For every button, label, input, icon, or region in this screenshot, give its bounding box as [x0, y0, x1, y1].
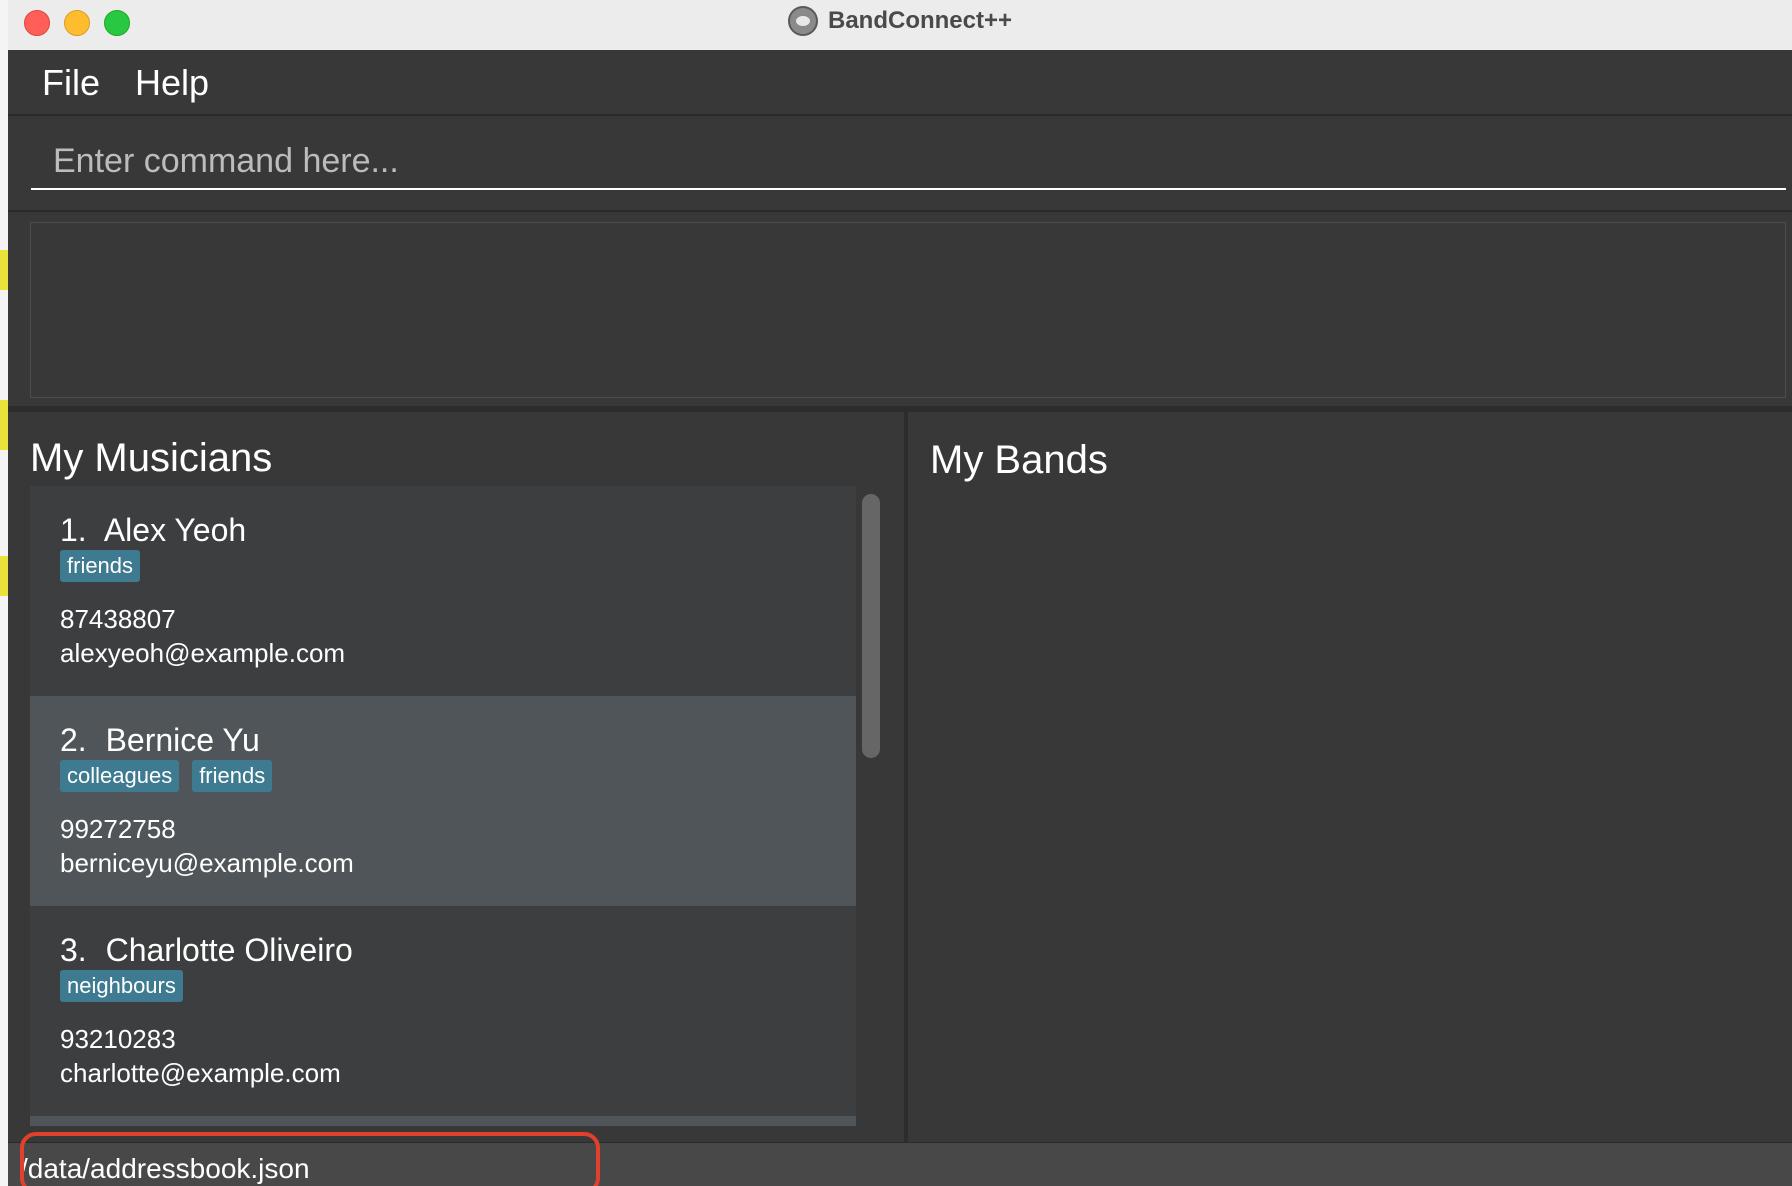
musician-tags: neighbours [60, 970, 183, 1002]
musician-name: Alex Yeoh [103, 512, 247, 548]
musician-index: 3. [60, 932, 87, 968]
musician-name: Charlotte Oliveiro [105, 932, 353, 968]
musician-card[interactable]: 1. Alex Yeoh friends 87438807 alexyeoh@e… [30, 486, 856, 696]
musician-index: 2. [60, 722, 87, 758]
title-group: BandConnect++ [8, 0, 1792, 42]
menu-help[interactable]: Help [135, 62, 209, 104]
musician-phone: 87438807 [60, 604, 176, 634]
next-card-edge [30, 1116, 856, 1126]
highlight-mark [0, 556, 8, 596]
background-window-edge [0, 0, 8, 1186]
musician-name-line: 2. Bernice Yu [60, 722, 260, 759]
command-box [8, 116, 1792, 212]
musician-tags: colleagues friends [60, 760, 273, 792]
annotation-highlight [20, 1132, 600, 1186]
musicians-panel-title: My Musicians [30, 436, 273, 480]
highlight-mark [0, 250, 8, 290]
musician-list[interactable]: 1. Alex Yeoh friends 87438807 alexyeoh@e… [30, 486, 856, 1126]
tag-badge: neighbours [60, 970, 183, 1002]
musician-email: charlotte@example.com [60, 1058, 341, 1088]
musician-email: berniceyu@example.com [60, 848, 354, 878]
musician-phone: 99272758 [60, 814, 176, 844]
bands-panel-title: My Bands [930, 438, 1108, 482]
command-input[interactable] [31, 134, 1786, 190]
musician-index: 1. [60, 512, 87, 548]
musician-name-line: 3. Charlotte Oliveiro [60, 932, 353, 969]
musician-list-scrollbar[interactable] [862, 494, 880, 758]
musicians-panel: My Musicians 1. Alex Yeoh friends 874388… [8, 412, 906, 1142]
menu-file[interactable]: File [42, 62, 100, 104]
musician-card[interactable]: 3. Charlotte Oliveiro neighbours 9321028… [30, 906, 856, 1116]
app-logo-icon [787, 6, 818, 36]
tag-badge: colleagues [60, 760, 180, 792]
musician-tags: friends [60, 550, 141, 582]
app-window: BandConnect++ File Help My Musicians 1. … [8, 0, 1792, 1186]
window-title: BandConnect++ [827, 7, 1013, 34]
tag-badge: friends [60, 550, 141, 582]
bands-panel: My Bands [908, 412, 1792, 1142]
highlight-mark [0, 400, 8, 450]
musician-phone: 93210283 [60, 1024, 176, 1054]
tag-badge: friends [192, 760, 273, 792]
musician-name-line: 1. Alex Yeoh [60, 512, 246, 549]
musician-email: alexyeoh@example.com [60, 638, 346, 668]
result-display [30, 222, 1786, 398]
title-bar: BandConnect++ [8, 0, 1792, 51]
musician-name: Bernice Yu [105, 722, 260, 758]
musician-card-selected[interactable]: 2. Bernice Yu colleagues friends 9927275… [30, 696, 856, 906]
menu-bar: File Help [8, 50, 1792, 116]
